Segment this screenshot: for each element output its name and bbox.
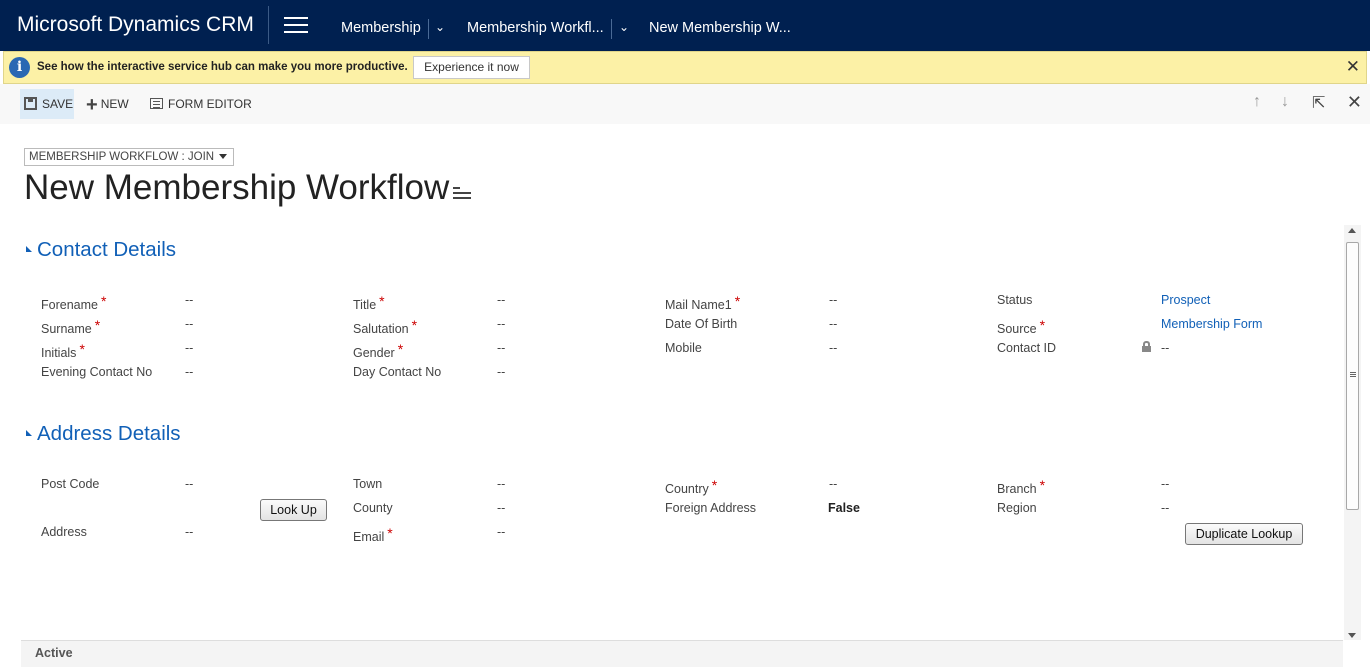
status-label: Status [997,293,1033,307]
new-button[interactable]: + NEW [86,89,129,119]
initials-label: Initials * [41,341,85,360]
new-label: NEW [100,97,129,111]
chevron-down-icon[interactable]: ⌄ [619,20,629,34]
region-label: Region [997,501,1037,515]
day-contact-value[interactable]: -- [497,365,505,379]
form-editor-label: FORM EDITOR [168,97,252,111]
source-value[interactable]: Membership Form [1161,317,1262,331]
experience-it-now-button[interactable]: Experience it now [413,56,530,79]
nav-divider [268,6,269,44]
email-label: Email * [353,525,393,544]
forename-value[interactable]: -- [185,293,193,307]
app-title[interactable]: Microsoft Dynamics CRM [17,13,254,37]
notification-text: See how the interactive service hub can … [37,61,408,73]
lock-icon [1142,341,1151,352]
surname-label: Surname * [41,317,101,336]
plus-icon: + [86,94,98,116]
foreign-address-value[interactable]: False [828,501,860,515]
gender-label: Gender * [353,341,404,360]
country-value[interactable]: -- [829,477,837,491]
form-selector-dropdown[interactable]: MEMBERSHIP WORKFLOW : JOIN [24,148,234,166]
save-button[interactable]: SAVE [20,89,74,119]
title-menu-icon[interactable] [453,187,471,203]
breadcrumb-separator [428,19,429,39]
caret-down-icon [219,154,227,159]
scroll-thumb[interactable] [1346,242,1359,510]
popout-icon[interactable]: ⇱ [1312,93,1325,113]
look-up-button[interactable]: Look Up [260,499,327,521]
duplicate-lookup-button[interactable]: Duplicate Lookup [1185,523,1303,545]
scroll-up-arrow-icon[interactable] [1348,228,1356,233]
town-value[interactable]: -- [497,477,505,491]
scroll-down-arrow-icon[interactable] [1348,633,1356,638]
email-value[interactable]: -- [497,525,505,539]
collapse-triangle-icon [26,246,32,252]
address-details-heading[interactable]: Address Details [26,422,181,446]
branch-label: Branch * [997,477,1046,496]
address-value[interactable]: -- [185,525,193,539]
foreign-address-label: Foreign Address [665,501,757,515]
mail-name-value[interactable]: -- [829,293,837,307]
address-label: Address [41,525,87,539]
county-value[interactable]: -- [497,501,505,515]
close-icon[interactable]: ✕ [1346,57,1360,77]
gender-value[interactable]: -- [497,341,505,355]
country-label: Country * [665,477,718,496]
record-status: Active [35,646,73,660]
save-icon [24,97,37,110]
mobile-label: Mobile [665,341,702,355]
section-title: Contact Details [37,238,177,261]
forename-label: Forename * [41,293,107,312]
evening-contact-label: Evening Contact No [41,365,153,379]
contact-id-value: -- [1161,341,1170,355]
page-title: New Membership Workflow [24,168,450,207]
top-nav-bar: Microsoft Dynamics CRM Membership ⌄ Memb… [0,0,1370,51]
hamburger-menu-icon[interactable] [284,17,308,35]
salutation-label: Salutation * [353,317,418,336]
section-title: Address Details [37,422,181,445]
previous-record-icon[interactable]: ↑ [1253,93,1261,111]
breadcrumb-separator [611,19,612,39]
form-editor-button[interactable]: FORM EDITOR [150,89,252,119]
collapse-triangle-icon [26,430,32,436]
salutation-value[interactable]: -- [497,317,505,331]
close-form-icon[interactable]: ✕ [1347,92,1362,113]
dob-label: Date Of Birth [665,317,738,331]
breadcrumb-membership[interactable]: Membership [341,20,421,36]
dob-value[interactable]: -- [829,317,837,331]
chevron-down-icon[interactable]: ⌄ [435,20,445,34]
breadcrumb-membership-workflow[interactable]: Membership Workfl... [467,20,604,36]
title-label: Title * [353,293,385,312]
form-editor-icon [150,98,163,109]
source-label: Source * [997,317,1046,336]
county-label: County [353,501,393,515]
surname-value[interactable]: -- [185,317,193,331]
form-selector-value: MEMBERSHIP WORKFLOW : JOIN [29,151,215,163]
next-record-icon[interactable]: ↓ [1281,93,1289,111]
notification-bar: i See how the interactive service hub ca… [3,51,1367,84]
status-footer: Active [21,640,1343,667]
initials-value[interactable]: -- [185,341,193,355]
region-value[interactable]: -- [1161,501,1169,515]
evening-contact-value[interactable]: -- [185,365,193,379]
save-label: SAVE [42,97,74,111]
breadcrumb-new-membership[interactable]: New Membership W... [649,20,791,36]
mail-name-label: Mail Name1 * [665,293,741,312]
mobile-value[interactable]: -- [829,341,837,355]
post-code-value[interactable]: -- [185,477,193,491]
town-label: Town [353,477,383,491]
post-code-label: Post Code [41,477,100,491]
title-value[interactable]: -- [497,293,505,307]
command-bar: SAVE + NEW FORM EDITOR ↑ ↓ ⇱ ✕ [0,84,1370,124]
day-contact-label: Day Contact No [353,365,442,379]
contact-id-label: Contact ID [997,341,1057,355]
contact-details-heading[interactable]: Contact Details [26,238,176,262]
status-value[interactable]: Prospect [1161,293,1210,307]
branch-value[interactable]: -- [1161,477,1169,491]
info-icon: i [9,57,30,78]
